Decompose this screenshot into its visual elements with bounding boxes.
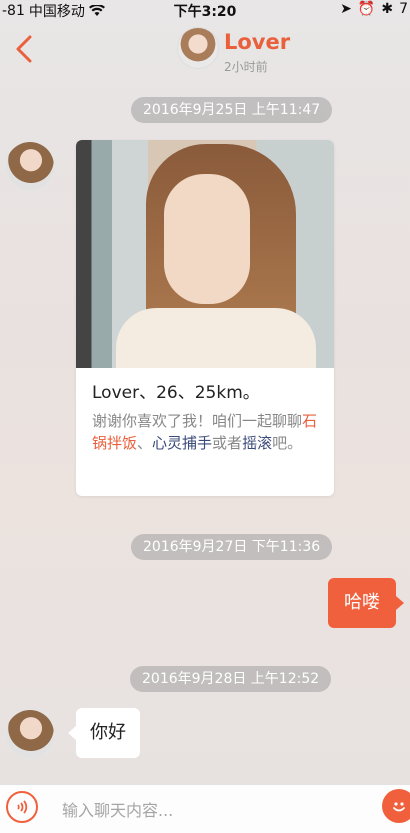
outgoing-message[interactable]: 哈喽 — [328, 578, 404, 628]
contact-name[interactable]: Lover — [224, 30, 290, 54]
timestamp: 2016年9月25日 上午11:47 — [131, 97, 333, 123]
location-icon: ➤ — [340, 1, 352, 17]
back-button[interactable] — [10, 32, 38, 66]
photo-shoulders — [116, 308, 316, 368]
profile-card[interactable]: Lover、26、25km。 谢谢你喜欢了我！咱们一起聊聊石锅拌饭、心灵捕手或者… — [76, 140, 334, 496]
timestamp: 2016年9月27日 下午11:36 — [131, 534, 333, 560]
chat-input[interactable] — [60, 793, 374, 827]
smiley-icon — [393, 802, 405, 812]
profile-card-description: 谢谢你喜欢了我！咱们一起聊聊石锅拌饭、心灵捕手或者摇滚吧。 — [92, 410, 322, 454]
profile-photo — [76, 140, 334, 368]
desc-text: 谢谢你喜欢了我！咱们一起聊聊 — [92, 412, 303, 430]
chevron-left-icon — [16, 35, 32, 63]
voice-button[interactable] — [6, 791, 38, 823]
desc-text: 、 — [137, 434, 153, 452]
header-avatar[interactable] — [178, 28, 218, 68]
status-right: ➤ ⏰ ✱ 7 — [340, 1, 408, 17]
timestamp: 2016年9月28日 上午12:52 — [130, 666, 332, 692]
emoji-button[interactable] — [382, 789, 410, 823]
sound-wave-icon — [17, 800, 28, 814]
bluetooth-icon: ✱ — [381, 1, 394, 17]
input-bar — [0, 784, 410, 833]
interest-movie: 心灵捕手 — [152, 434, 213, 452]
desc-text: 吧。 — [272, 434, 303, 452]
interest-music: 摇滚 — [242, 434, 273, 452]
contact-avatar[interactable] — [6, 710, 54, 758]
incoming-message[interactable]: 你好 — [68, 708, 140, 758]
profile-card-title: Lover、26、25km。 — [92, 383, 260, 403]
alarm-icon: ⏰ — [357, 1, 376, 17]
photo-face — [164, 174, 250, 304]
battery-percent: 7 — [399, 1, 408, 17]
chat-header: Lover 2小时前 — [0, 20, 410, 78]
desc-text: 或者 — [212, 434, 243, 452]
contact-avatar[interactable] — [6, 142, 54, 190]
status-bar: -81 中国移动 下午3:20 ➤ ⏰ ✱ 7 — [0, 0, 410, 20]
last-seen: 2小时前 — [224, 60, 268, 74]
